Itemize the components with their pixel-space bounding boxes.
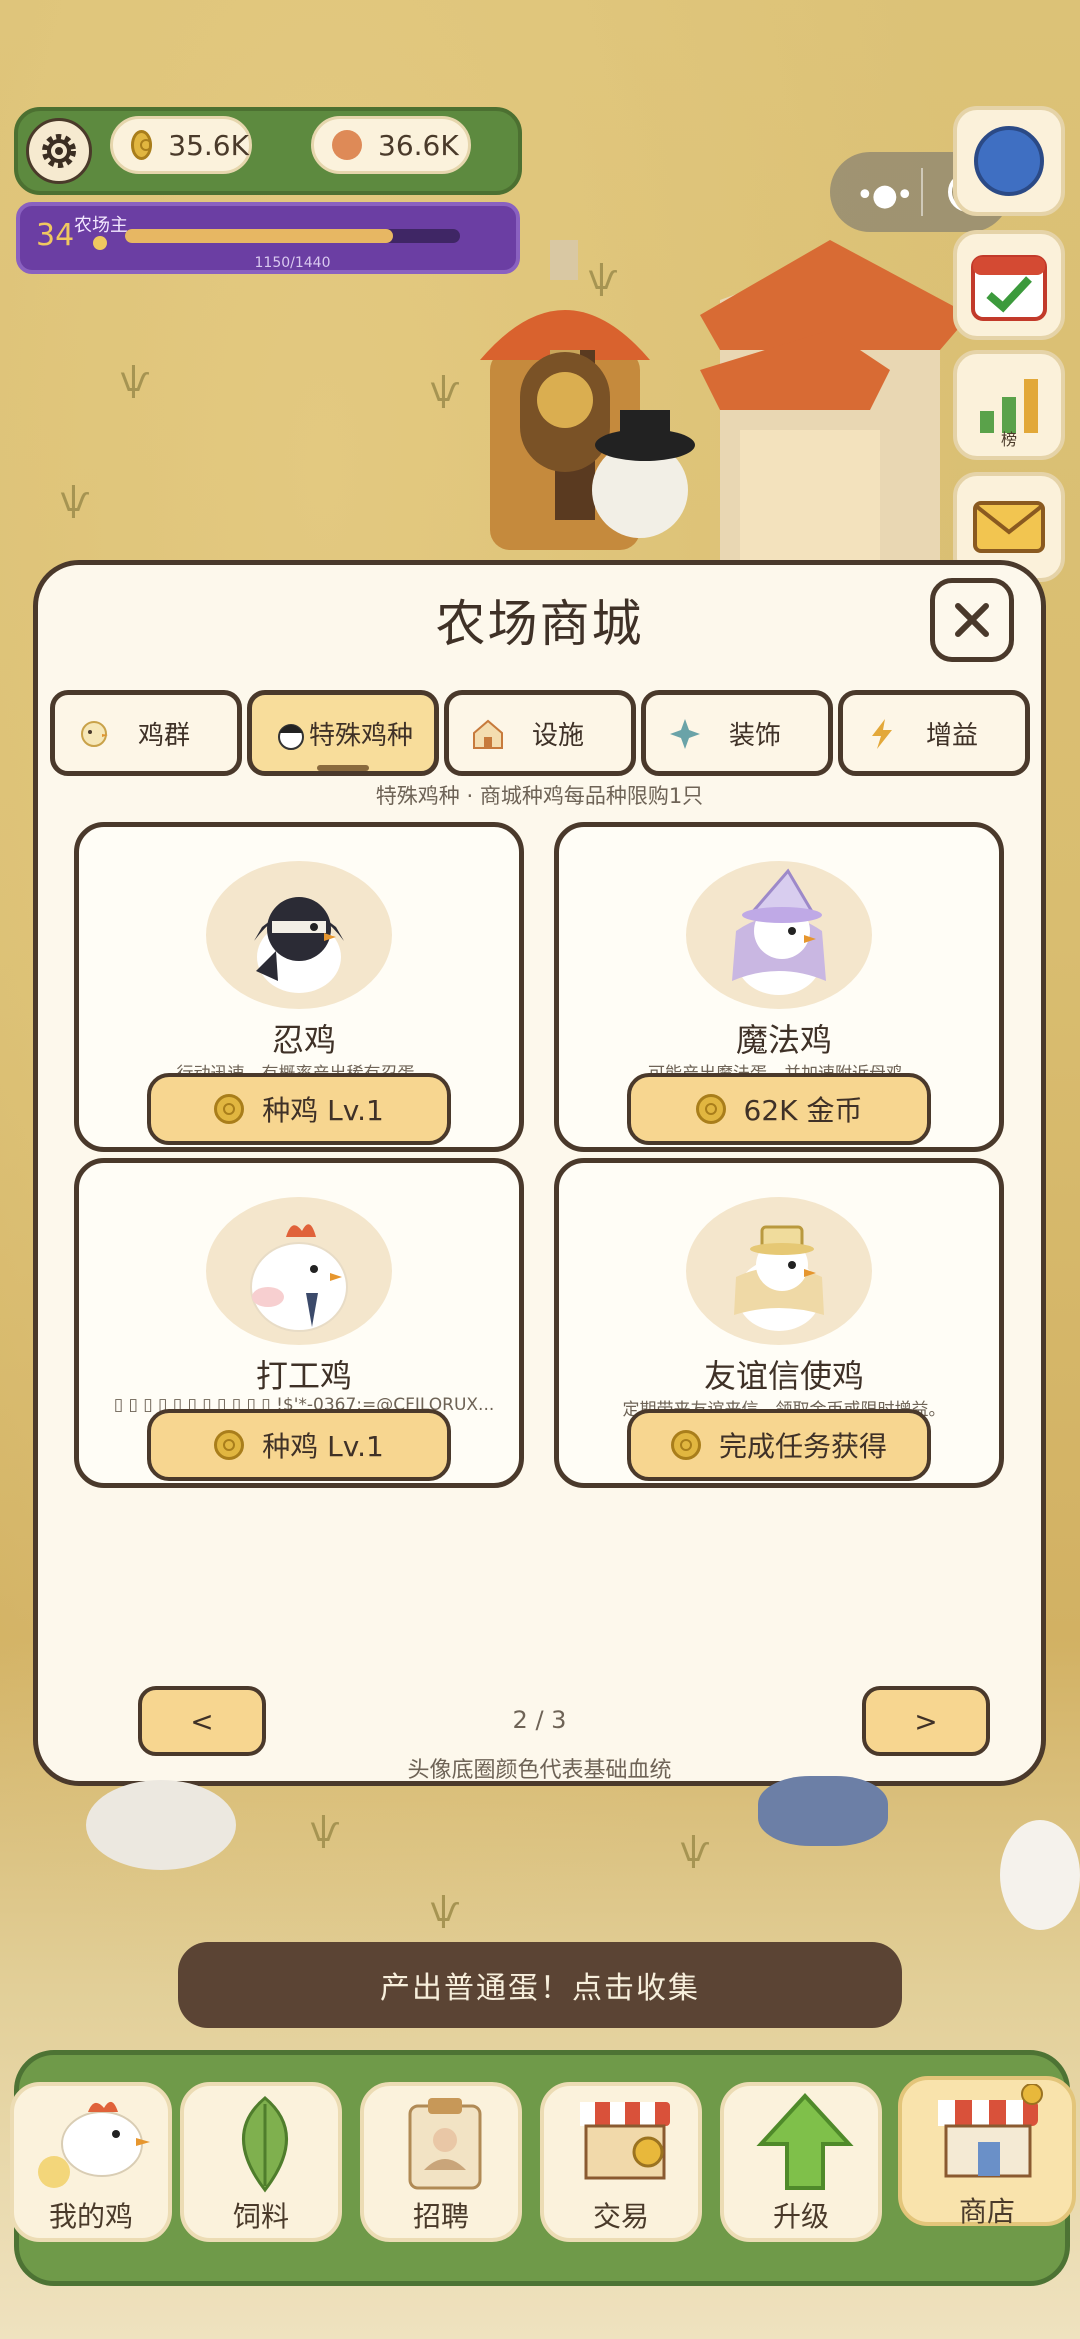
- shop-icon: [938, 2084, 1043, 2178]
- house-icon: [473, 719, 503, 749]
- breed-card-magic[interactable]: 魔法鸡 可能产出魔法蛋，并加速附近母鸡。 62K 金币: [554, 822, 1004, 1152]
- lightning-icon: [872, 719, 892, 749]
- tab-decorations[interactable]: 装饰: [641, 690, 833, 776]
- bean-icon: [332, 130, 362, 160]
- checkin-button[interactable]: [953, 230, 1065, 340]
- globe-icon: [974, 126, 1044, 196]
- close-button[interactable]: [930, 578, 1014, 662]
- chicken-icon: [38, 2101, 150, 2188]
- coin-counter[interactable]: 35.6K: [110, 116, 252, 174]
- wandering-chicken: [1000, 1820, 1080, 1930]
- ninja-chicken-avatar: [206, 861, 392, 1009]
- shop-footnote: 头像底圈颜色代表基础血统: [407, 1758, 672, 1783]
- capsule-divider: [921, 168, 923, 216]
- breed-name: 魔法鸡: [735, 1021, 832, 1059]
- tab-subnote: 特殊鸡种 · 商城种鸡每品种限购1只: [375, 784, 704, 808]
- leaderboard-label: 榜: [1000, 430, 1017, 449]
- magic-chicken-avatar: [686, 861, 872, 1009]
- breed-action-button[interactable]: 种鸡 Lv.1: [147, 1409, 451, 1481]
- collect-eggs-banner[interactable]: 产出普通蛋！点击收集: [178, 1942, 902, 2028]
- globe-button[interactable]: [953, 106, 1065, 216]
- tab-boosts[interactable]: 增益: [838, 690, 1030, 776]
- nav-label: 招聘: [412, 2200, 469, 2233]
- bean-counter[interactable]: 36.6K: [311, 116, 471, 174]
- xp-text: 1150/1440: [254, 255, 331, 271]
- breed-action-label: 62K 金币: [743, 1094, 863, 1127]
- gear-icon: [42, 134, 76, 168]
- leaderboard-button[interactable]: 榜: [953, 350, 1065, 460]
- market-stall-icon: [580, 2102, 670, 2180]
- tab-label: 特殊鸡种: [308, 720, 413, 751]
- breed-action-label: 种鸡 Lv.1: [262, 1430, 384, 1463]
- breed-name: 友谊信使鸡: [703, 1357, 864, 1395]
- breed-card-messenger[interactable]: 友谊信使鸡 定期带来友谊来信，领取金币或限时增益。 完成任务获得: [554, 1158, 1004, 1488]
- coin-icon: [214, 1430, 245, 1460]
- tab-facilities[interactable]: 设施: [444, 690, 636, 776]
- breed-name: 忍鸡: [271, 1021, 336, 1059]
- chick-icon: [81, 721, 108, 747]
- tab-label: 设施: [531, 720, 584, 751]
- magic-chicken-icon: [732, 868, 826, 995]
- clipboard-icon: [408, 2098, 482, 2190]
- grass-tuft: ѱ: [60, 480, 90, 520]
- shop-title: 农场商城: [435, 595, 644, 653]
- tab-special-breeds[interactable]: 特殊鸡种: [247, 690, 439, 776]
- tab-label: 装饰: [728, 720, 781, 751]
- rank-title: 农场主: [74, 215, 128, 236]
- bean-amount: 36.6K: [378, 128, 459, 162]
- grass-tuft: ѱ: [120, 360, 150, 400]
- nav-label: 升级: [772, 2200, 829, 2233]
- more-dots-icon: •●•: [856, 178, 914, 213]
- nav-label: 商店: [958, 2195, 1015, 2228]
- grass-tuft: ѱ: [680, 1830, 710, 1870]
- active-tab-indicator: [317, 765, 369, 771]
- wandering-chicken: [86, 1780, 236, 1870]
- breed-action-button[interactable]: 完成任务获得: [627, 1409, 931, 1481]
- coin-icon: [670, 1430, 701, 1460]
- mail-icon: [973, 501, 1045, 553]
- calendar-check-icon: [971, 255, 1047, 321]
- worker-chicken-icon: [250, 1224, 348, 1332]
- nav-label: 我的鸡: [48, 2200, 133, 2233]
- breed-card-worker[interactable]: 打工鸡 ▯ ▯ ▯ ▯ ▯ ▯ ▯ ▯ ▯ ▯ ▯ !$'*-0367:=@CF…: [74, 1158, 524, 1488]
- sparkle-icon: [670, 719, 700, 749]
- xp-bar-fill: [125, 229, 393, 243]
- page-indicator: 2 / 3: [512, 1706, 567, 1734]
- messenger-chicken-avatar: [686, 1197, 872, 1345]
- grass-tuft: ѱ: [310, 1810, 340, 1850]
- tab-flock[interactable]: 鸡群: [50, 690, 242, 776]
- messenger-chicken-icon: [734, 1225, 824, 1331]
- grass-tuft: ѱ: [430, 370, 460, 410]
- coin-amount: 35.6K: [168, 128, 249, 162]
- close-icon: [955, 603, 989, 637]
- ninja-chick-icon: [278, 724, 304, 750]
- level-dot-icon: [93, 236, 107, 250]
- up-arrow-icon: [756, 2093, 854, 2190]
- wandering-chicken: [758, 1776, 888, 1846]
- leaf-icon: [242, 2096, 288, 2193]
- tab-label: 鸡群: [137, 720, 190, 751]
- player-level: 34: [36, 218, 75, 253]
- breed-name: 打工鸡: [255, 1357, 352, 1395]
- nav-label: 交易: [592, 2200, 649, 2233]
- grass-tuft: ѱ: [430, 1890, 460, 1930]
- farmhouse-scene: [480, 240, 970, 570]
- nav-label: 饲料: [232, 2200, 289, 2233]
- coin-icon: [214, 1094, 245, 1124]
- breed-action-button[interactable]: 种鸡 Lv.1: [147, 1073, 451, 1145]
- coin-icon: [131, 130, 153, 160]
- settings-button[interactable]: [26, 118, 92, 184]
- coin-icon: [695, 1094, 726, 1124]
- breed-card-ninja[interactable]: 忍鸡 行动迅速，有概率产出稀有忍蛋。 种鸡 Lv.1: [74, 822, 524, 1152]
- breed-action-label: 完成任务获得: [718, 1430, 887, 1463]
- breed-action-button[interactable]: 62K 金币: [627, 1073, 931, 1145]
- tab-label: 增益: [925, 720, 978, 751]
- worker-chicken-avatar: [206, 1197, 392, 1345]
- ninja-chicken-icon: [254, 897, 344, 993]
- breed-action-label: 种鸡 Lv.1: [262, 1094, 384, 1127]
